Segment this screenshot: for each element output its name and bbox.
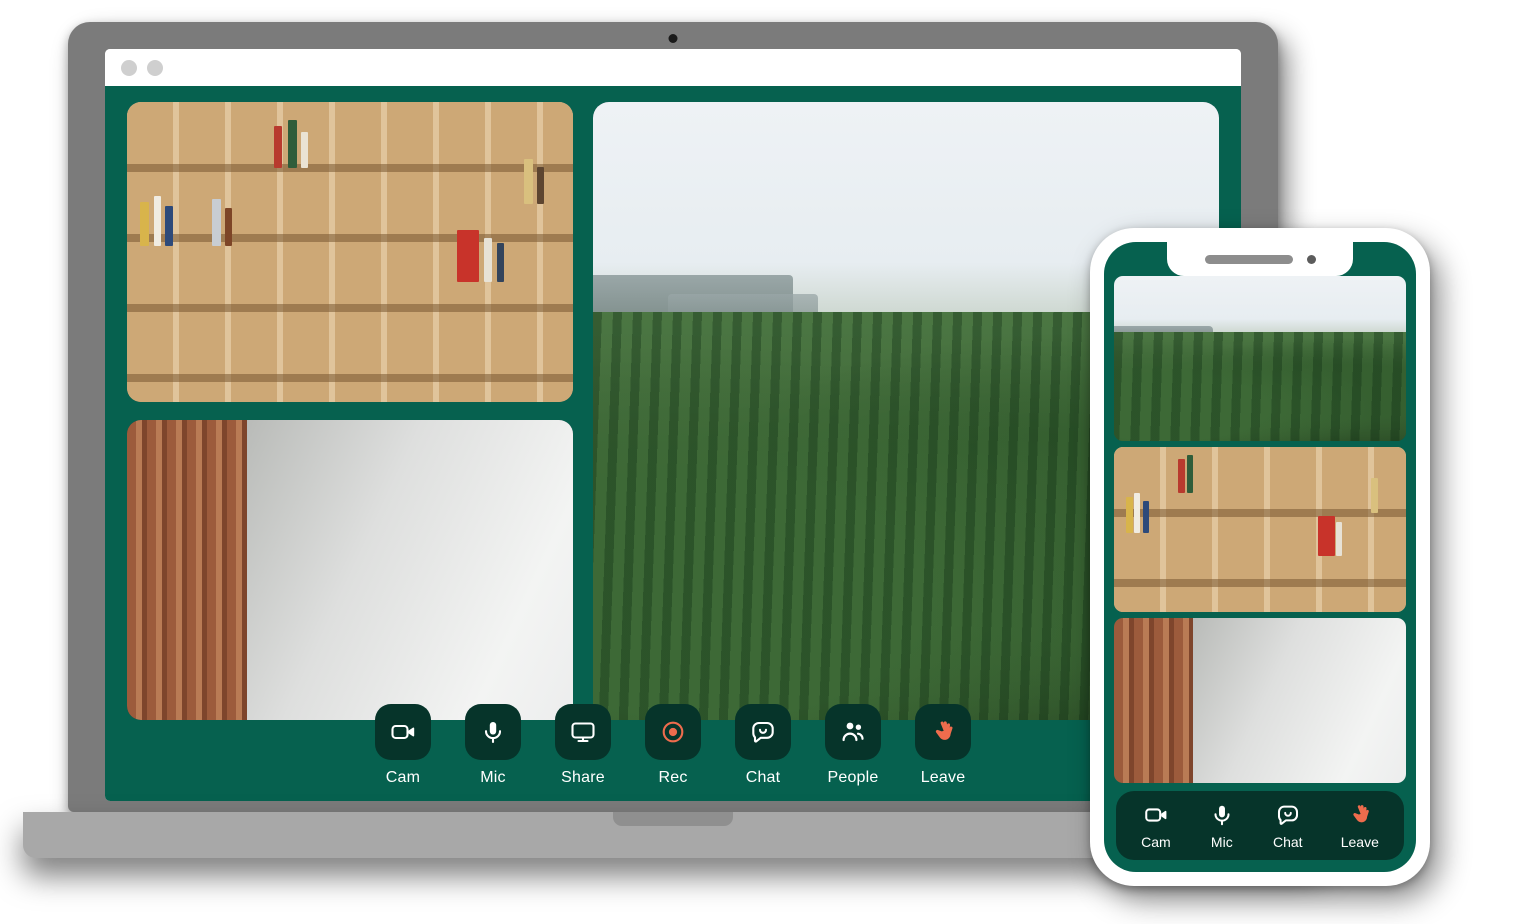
toolbar-label-rec: Rec: [658, 769, 688, 786]
window-dot-1-icon[interactable]: [121, 59, 137, 76]
toolbar-button-cam[interactable]: Cam: [374, 704, 432, 787]
toolbar-label-mic: Mic: [480, 769, 506, 786]
phone-video-feed-man: [1114, 447, 1406, 612]
video-tile-man[interactable]: [127, 102, 573, 402]
phone-front-camera-icon: [1306, 254, 1316, 264]
toolbar-button-mic[interactable]: Mic: [464, 704, 522, 787]
toolbar-button-chat[interactable]: Chat: [734, 704, 792, 787]
toolbar-label-share: Share: [561, 769, 605, 786]
laptop-webcam-icon: [668, 34, 678, 43]
phone-video-list: [1112, 276, 1408, 783]
waving-hand-icon: [915, 704, 971, 760]
phone-speaker-icon: [1204, 254, 1293, 264]
video-camera-icon: [1143, 802, 1169, 828]
video-tile-waving-woman[interactable]: [127, 420, 573, 720]
call-toolbar: Cam Mic Share Rec Chat People Leave: [105, 704, 1241, 787]
toolbar-button-people[interactable]: People: [824, 704, 882, 787]
window-dot-2-icon[interactable]: [147, 59, 163, 76]
video-camera-icon: [375, 704, 431, 760]
phone-toolbar-label-mic: Mic: [1210, 834, 1233, 850]
phone-toolbar-label-leave: Leave: [1340, 834, 1379, 850]
chat-bubble-icon: [735, 704, 791, 760]
toolbar-label-cam: Cam: [385, 769, 421, 786]
screen-share-icon: [555, 704, 611, 760]
video-grid: [127, 102, 1219, 720]
toolbar-label-chat: Chat: [745, 769, 781, 786]
record-icon: [645, 704, 701, 760]
people-icon: [825, 704, 881, 760]
phone-device: Cam Mic Chat Leave: [1090, 228, 1430, 886]
phone-toolbar-button-chat[interactable]: Chat: [1271, 802, 1305, 850]
phone-toolbar-label-chat: Chat: [1272, 834, 1303, 850]
toolbar-label-people: People: [827, 769, 879, 786]
toolbar-button-share[interactable]: Share: [554, 704, 612, 787]
phone-frame: Cam Mic Chat Leave: [1090, 228, 1430, 886]
microphone-icon: [465, 704, 521, 760]
toolbar-label-leave: Leave: [920, 769, 966, 786]
window-titlebar: [105, 49, 1241, 86]
video-feed-waving-woman: [127, 420, 573, 720]
video-feed-man: [127, 102, 573, 402]
waving-hand-icon: [1347, 802, 1373, 828]
phone-toolbar-button-leave[interactable]: Leave: [1339, 802, 1381, 850]
phone-video-tile-man[interactable]: [1114, 447, 1406, 612]
toolbar-button-rec[interactable]: Rec: [644, 704, 702, 787]
phone-toolbar-button-mic[interactable]: Mic: [1207, 802, 1237, 850]
phone-toolbar-button-cam[interactable]: Cam: [1139, 802, 1173, 850]
phone-video-tile-waving-woman[interactable]: [1114, 618, 1406, 783]
phone-call-toolbar: Cam Mic Chat Leave: [1116, 791, 1404, 860]
phone-notch: [1167, 242, 1353, 276]
phone-video-tile-woman-red[interactable]: [1114, 276, 1406, 441]
phone-video-feed-waving-woman: [1114, 618, 1406, 783]
toolbar-button-leave[interactable]: Leave: [914, 704, 972, 787]
phone-video-feed-woman-red: [1114, 276, 1406, 441]
phone-screen: Cam Mic Chat Leave: [1104, 242, 1416, 872]
video-grid-left-column: [127, 102, 573, 720]
chat-bubble-icon: [1275, 802, 1301, 828]
scene-root: Cam Mic Share Rec Chat People Leave Cam …: [0, 0, 1517, 924]
call-app-body: Cam Mic Share Rec Chat People Leave: [105, 86, 1241, 801]
laptop-screen: Cam Mic Share Rec Chat People Leave: [105, 49, 1241, 801]
phone-toolbar-label-cam: Cam: [1141, 834, 1171, 850]
microphone-icon: [1209, 802, 1235, 828]
